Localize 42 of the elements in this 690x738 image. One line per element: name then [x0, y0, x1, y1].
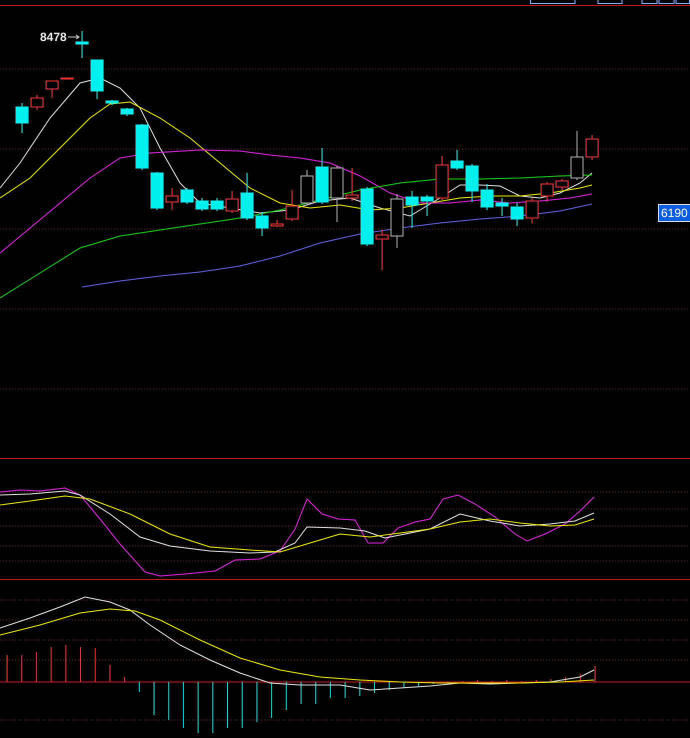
candlestick — [256, 212, 268, 236]
candlestick — [16, 102, 28, 134]
candlestick — [30, 94, 44, 110]
candlestick — [90, 60, 104, 100]
candlestick — [330, 166, 344, 222]
candlestick — [540, 182, 554, 202]
candlestick — [376, 230, 388, 270]
candlestick — [436, 156, 448, 200]
candlestick — [466, 164, 478, 202]
candlestick — [406, 190, 418, 228]
candlestick — [316, 148, 328, 204]
candlestick — [586, 134, 598, 160]
candlestick — [450, 150, 464, 170]
candlestick — [46, 80, 58, 98]
candlestick — [226, 190, 238, 214]
candlestick — [60, 78, 74, 80]
candlestick — [106, 100, 118, 106]
candlestick — [196, 198, 208, 212]
current-price-tag: 6190 — [658, 204, 690, 222]
candlestick — [136, 124, 148, 170]
candlestick — [526, 198, 538, 224]
candlestick — [286, 190, 298, 222]
candlestick — [420, 194, 434, 216]
candlestick — [120, 108, 134, 116]
candlestick — [480, 184, 494, 210]
candlestick — [510, 202, 524, 226]
candlestick — [180, 188, 194, 204]
candlestick — [240, 172, 254, 220]
candlestick — [496, 198, 508, 216]
candlestick — [360, 186, 374, 246]
candlestick — [346, 168, 358, 202]
candlestick — [570, 130, 584, 180]
candlestick — [210, 198, 224, 212]
candlestick — [390, 194, 404, 248]
arrow-icon — [68, 34, 80, 40]
candlestick — [166, 188, 178, 210]
candlestick — [150, 172, 164, 210]
candlestick — [76, 30, 88, 58]
candlestick — [300, 170, 314, 206]
candlestick — [270, 220, 284, 228]
high-price-label: 8478 — [40, 30, 67, 44]
candlestick — [556, 178, 568, 190]
